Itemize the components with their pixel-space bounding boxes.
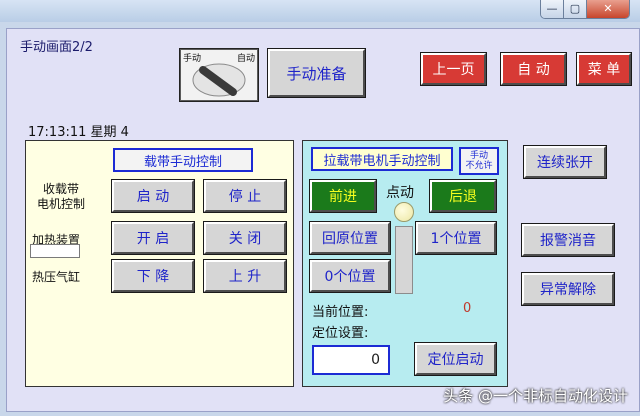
close-button[interactable]: ✕ <box>587 0 629 18</box>
jog-slider-knob[interactable] <box>394 202 414 222</box>
backward-button[interactable]: 后退 <box>429 179 497 213</box>
return-home-button[interactable]: 回原位置 <box>309 221 391 255</box>
pull-motor-control-title: 拉载带电机手动控制 <box>311 147 453 171</box>
menu-button[interactable]: 菜 单 <box>576 52 632 86</box>
window-controls: — ▢ ✕ <box>540 0 630 19</box>
position-start-button[interactable]: 定位启动 <box>414 342 497 376</box>
minimize-button[interactable]: — <box>541 0 564 18</box>
datetime-display: 17:13:11 星期 4 <box>28 125 129 140</box>
take-up-motor-label: 收载带 电机控制 <box>36 182 85 211</box>
page-title: 手动画面2/2 <box>20 40 93 55</box>
prev-page-button[interactable]: 上一页 <box>420 52 487 86</box>
fault-clear-button[interactable]: 异常解除 <box>521 272 615 306</box>
manual-not-allowed-indicator: 手动 不允许 <box>459 147 499 175</box>
heater-status-indicator <box>30 244 80 258</box>
position-0-button[interactable]: 0个位置 <box>309 259 391 293</box>
forward-button[interactable]: 前进 <box>309 179 377 213</box>
current-position-value: 0 <box>463 301 472 316</box>
maximize-button[interactable]: ▢ <box>564 0 587 18</box>
position-1-button[interactable]: 1个位置 <box>415 221 497 255</box>
continuous-open-button[interactable]: 连续张开 <box>523 145 607 179</box>
position-setting-label: 定位设置: <box>312 326 369 341</box>
rotary-knob-icon <box>192 63 246 97</box>
auto-button[interactable]: 自 动 <box>500 52 567 86</box>
motor-start-button[interactable]: 启 动 <box>111 179 195 213</box>
current-position-label: 当前位置: <box>312 305 369 320</box>
press-cylinder-label: 热压气缸 <box>32 270 81 284</box>
alarm-mute-button[interactable]: 报警消音 <box>521 223 615 257</box>
motor-stop-button[interactable]: 停 止 <box>203 179 287 213</box>
jog-slider-track[interactable] <box>395 226 413 294</box>
mode-selector-switch[interactable]: 手动 自动 <box>179 48 259 102</box>
heater-off-button[interactable]: 关 闭 <box>203 221 287 255</box>
watermark-text: 头条 @一个非标自动化设计 <box>443 387 628 405</box>
manual-prepare-button[interactable]: 手动准备 <box>267 48 366 98</box>
cylinder-down-button[interactable]: 下 降 <box>111 259 195 293</box>
jog-label: 点动 <box>386 185 414 201</box>
position-setting-input[interactable]: 0 <box>312 345 390 375</box>
tape-manual-control-title: 载带手动控制 <box>113 148 253 172</box>
cylinder-up-button[interactable]: 上 升 <box>203 259 287 293</box>
heater-on-button[interactable]: 开 启 <box>111 221 195 255</box>
